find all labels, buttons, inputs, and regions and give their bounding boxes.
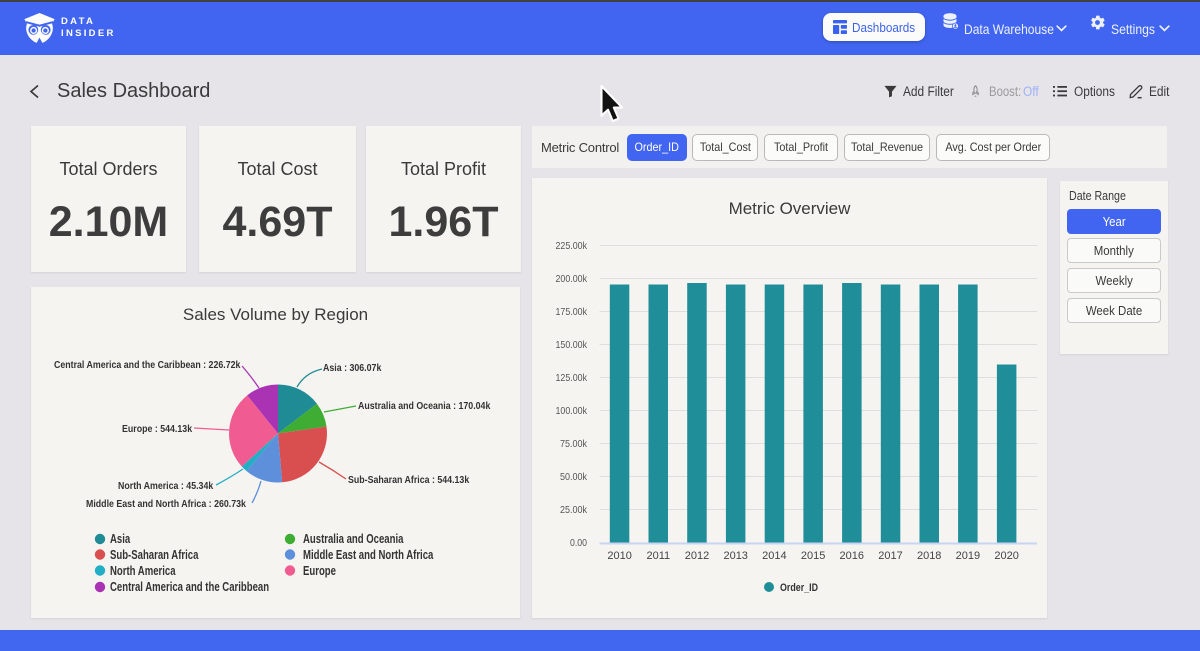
- svg-text:Order_ID: Order_ID: [780, 582, 818, 594]
- svg-text:2010: 2010: [607, 550, 631, 562]
- svg-text:2015: 2015: [801, 550, 825, 562]
- svg-text:100.00k: 100.00k: [556, 405, 588, 417]
- svg-text:2018: 2018: [917, 550, 941, 562]
- svg-text:200.00k: 200.00k: [556, 273, 588, 285]
- svg-text:125.00k: 125.00k: [556, 372, 588, 384]
- svg-text:150.00k: 150.00k: [556, 339, 588, 351]
- svg-text:2019: 2019: [956, 550, 980, 562]
- svg-text:50.00k: 50.00k: [560, 471, 588, 483]
- svg-text:75.00k: 75.00k: [560, 438, 588, 450]
- svg-text:2017: 2017: [878, 550, 902, 562]
- svg-text:2013: 2013: [723, 550, 747, 562]
- svg-text:2016: 2016: [840, 550, 864, 562]
- svg-text:2014: 2014: [762, 550, 786, 562]
- svg-text:25.00k: 25.00k: [560, 504, 588, 516]
- svg-text:2011: 2011: [646, 550, 670, 562]
- svg-text:225.00k: 225.00k: [556, 240, 588, 252]
- svg-text:2020: 2020: [994, 550, 1018, 562]
- svg-text:2012: 2012: [685, 550, 709, 562]
- svg-text:175.00k: 175.00k: [556, 306, 588, 318]
- svg-text:0.00: 0.00: [570, 537, 587, 549]
